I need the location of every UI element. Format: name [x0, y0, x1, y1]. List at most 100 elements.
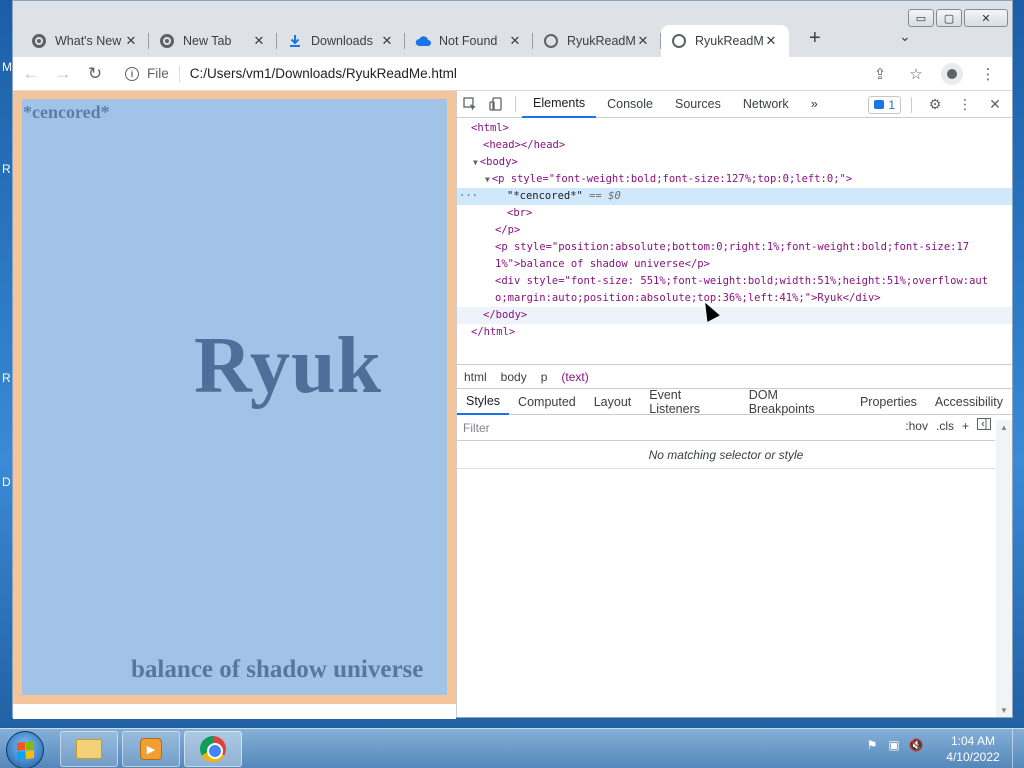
tab-search-chevron-icon[interactable]: ⌄: [899, 28, 911, 45]
taskbar-explorer-button[interactable]: [60, 731, 118, 767]
tab-not-found[interactable]: Not Found ✕: [405, 25, 533, 57]
dom-node[interactable]: ▼ <body>: [457, 154, 1012, 171]
close-tab-icon[interactable]: ✕: [635, 33, 651, 49]
close-window-button[interactable]: ✕: [964, 9, 1008, 27]
scroll-down-icon[interactable]: ▼: [996, 703, 1012, 717]
profile-avatar[interactable]: [938, 60, 966, 88]
reload-button[interactable]: ↻: [81, 60, 109, 88]
tab-styles[interactable]: Styles: [457, 389, 510, 415]
toggle-sidebar-icon[interactable]: [977, 418, 991, 433]
breadcrumb-item-selected[interactable]: (text): [561, 370, 588, 384]
dom-node[interactable]: ▼ <p style="font-weight:bold;font-size:12…: [457, 171, 1012, 188]
devtools-menu-icon[interactable]: ⋮: [952, 92, 978, 118]
close-tab-icon[interactable]: ✕: [251, 33, 267, 49]
tab-event-listeners[interactable]: Event Listeners: [640, 388, 739, 416]
inspect-element-icon[interactable]: [457, 91, 483, 117]
action-center-flag-icon[interactable]: ⚑: [864, 737, 880, 753]
taskbar-media-player-button[interactable]: ▶: [122, 731, 180, 767]
network-icon[interactable]: ▣: [886, 737, 902, 753]
class-toggle[interactable]: .cls: [936, 419, 954, 433]
tab-console[interactable]: Console: [596, 91, 664, 118]
dom-node[interactable]: o;margin:auto;position:absolute;top:36%;…: [457, 290, 1012, 307]
tab-accessibility[interactable]: Accessibility: [926, 389, 1012, 415]
close-devtools-icon[interactable]: ✕: [982, 92, 1008, 118]
scroll-up-icon[interactable]: ▲: [996, 420, 1012, 434]
taskbar-chrome-button[interactable]: [184, 731, 242, 767]
desktop-icon-label[interactable]: R: [2, 371, 11, 385]
dom-node[interactable]: </body>: [457, 307, 1012, 324]
device-toggle-icon[interactable]: [483, 91, 509, 117]
browser-menu-icon[interactable]: ⋮: [974, 60, 1002, 88]
dom-node[interactable]: <br>: [457, 205, 1012, 222]
tab-layout[interactable]: Layout: [585, 389, 641, 415]
no-matching-styles-message: No matching selector or style: [457, 441, 995, 469]
tab-ryukreadme-active[interactable]: RyukReadM ✕: [661, 25, 789, 57]
start-button[interactable]: [6, 731, 44, 768]
styles-filter-input[interactable]: [463, 420, 853, 435]
minimize-button[interactable]: ▭: [908, 9, 934, 27]
system-clock[interactable]: 1:04 AM 4/10/2022: [942, 733, 1004, 765]
show-desktop-button[interactable]: [1012, 729, 1024, 768]
tab-properties[interactable]: Properties: [851, 389, 926, 415]
dom-node[interactable]: <head></head>: [457, 137, 1012, 154]
breadcrumb-item[interactable]: p: [541, 370, 548, 384]
url-scheme-label: File: [147, 66, 169, 81]
maximize-button[interactable]: ▢: [936, 9, 962, 27]
desktop-icon-label[interactable]: D: [2, 475, 11, 489]
node-actions-icon[interactable]: ···: [459, 188, 478, 205]
media-player-icon: ▶: [140, 738, 162, 760]
tab-sources[interactable]: Sources: [664, 91, 732, 118]
clock-time: 1:04 AM: [950, 734, 996, 748]
bookmark-star-icon[interactable]: ☆: [902, 60, 930, 88]
tab-dom-breakpoints[interactable]: DOM Breakpoints: [740, 388, 851, 416]
dom-node[interactable]: <div style="font-size: 551%;font-weight:…: [457, 273, 1012, 290]
tab-whats-new[interactable]: What's New ✕: [21, 25, 149, 57]
add-rule-icon[interactable]: +: [962, 419, 969, 433]
dom-node[interactable]: 1%">balance of shadow universe</p>: [457, 256, 1012, 273]
tab-title: Not Found: [439, 34, 498, 48]
url-text[interactable]: C:/Users/vm1/Downloads/RyukReadMe.html: [190, 66, 457, 81]
hover-state-toggle[interactable]: :hov: [905, 419, 928, 433]
dom-node[interactable]: <p style="position:absolute;bottom:0;rig…: [457, 239, 1012, 256]
close-tab-icon[interactable]: ✕: [123, 33, 139, 49]
close-tab-icon[interactable]: ✕: [379, 33, 395, 49]
new-tab-button[interactable]: +: [809, 27, 821, 50]
dom-node-text: <p style="font-weight:bold;font-size:127…: [491, 173, 853, 185]
issues-icon: [874, 100, 885, 109]
close-tab-icon[interactable]: ✕: [507, 33, 523, 49]
chrome-icon: [31, 33, 47, 49]
styles-scrollbar[interactable]: ▲ ▼: [996, 420, 1012, 717]
tab-elements[interactable]: Elements: [522, 91, 597, 118]
forward-button[interactable]: →: [49, 60, 77, 88]
breadcrumb-item[interactable]: body: [501, 370, 527, 384]
dom-node[interactable]: <html>: [457, 120, 1012, 137]
dom-node-selected[interactable]: ··· "*cencored*" == $0: [457, 188, 1012, 205]
close-tab-icon[interactable]: ✕: [763, 33, 779, 49]
volume-muted-icon[interactable]: 🔇: [908, 737, 924, 753]
clock-date: 4/10/2022: [946, 750, 1000, 764]
desktop-icon-label[interactable]: R: [2, 162, 11, 176]
share-icon[interactable]: ⇪: [866, 60, 894, 88]
settings-gear-icon[interactable]: ⚙: [922, 92, 948, 118]
tab-network[interactable]: Network: [732, 91, 800, 118]
dom-node-text: <body>: [479, 156, 518, 168]
filter-actions: :hov .cls +: [905, 418, 991, 433]
address-bar[interactable]: i File C:/Users/vm1/Downloads/RyukReadMe…: [117, 60, 863, 88]
back-button[interactable]: ←: [17, 60, 45, 88]
issues-badge[interactable]: 1: [868, 95, 901, 114]
expand-triangle-icon[interactable]: ▼: [485, 175, 490, 184]
desktop-icon-label[interactable]: M: [2, 60, 12, 74]
tab-title: New Tab: [183, 34, 232, 48]
tab-ryukreadme-1[interactable]: RyukReadM ✕: [533, 25, 661, 57]
dom-node[interactable]: </p>: [457, 222, 1012, 239]
info-icon[interactable]: i: [125, 66, 139, 81]
system-tray: ⚑ ▣ 🔇: [864, 737, 924, 753]
dom-node[interactable]: </html>: [457, 324, 1012, 341]
expand-triangle-icon[interactable]: ▼: [473, 158, 478, 167]
tab-downloads[interactable]: Downloads ✕: [277, 25, 405, 57]
tab-new-tab[interactable]: New Tab ✕: [149, 25, 277, 57]
more-tabs-icon[interactable]: »: [800, 91, 829, 118]
breadcrumb-item[interactable]: html: [464, 370, 487, 384]
tab-computed[interactable]: Computed: [509, 389, 585, 415]
chrome-icon: [159, 33, 175, 49]
